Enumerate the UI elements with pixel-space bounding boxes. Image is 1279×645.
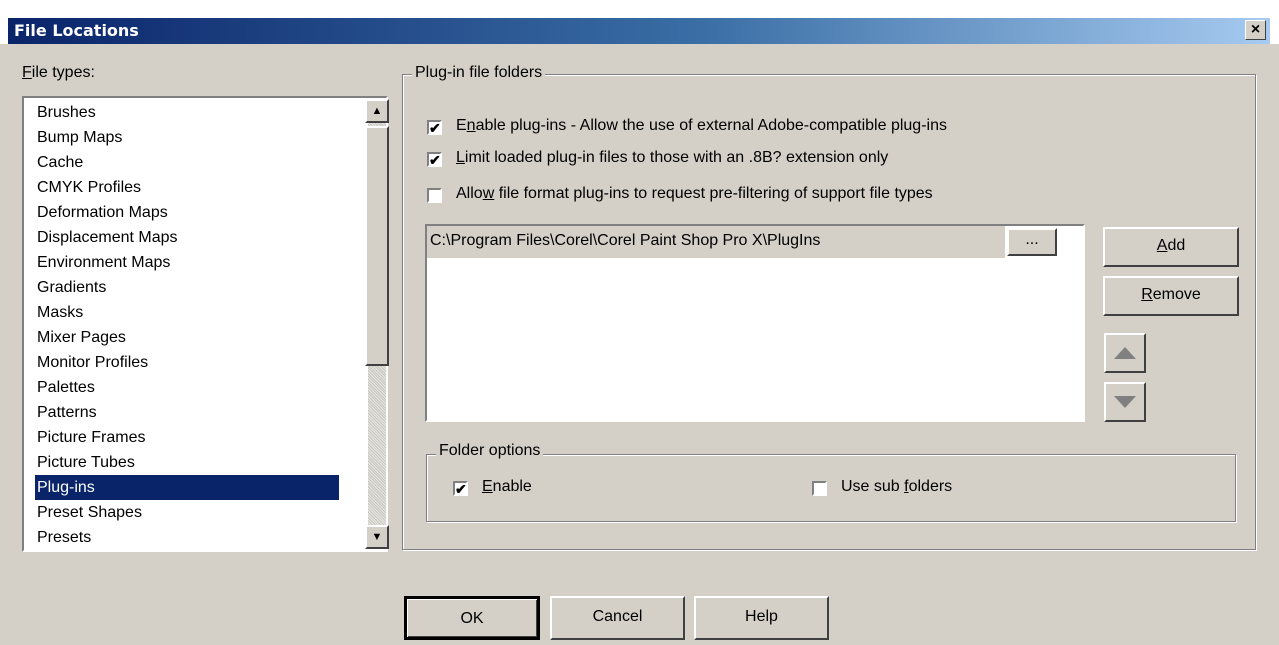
file-type-item[interactable]: Masks xyxy=(37,300,83,325)
plugin-folder-list[interactable]: C:\Program Files\Corel\Corel Paint Shop … xyxy=(425,224,1085,422)
check-icon: ✔ xyxy=(429,120,441,136)
list-scrollbar[interactable]: ▲ ▼ xyxy=(365,99,389,549)
limit-plugins-label: Limit loaded plug-in files to those with… xyxy=(456,149,889,166)
folder-enable-label: Enable xyxy=(482,478,532,495)
file-type-item[interactable]: Preset Shapes xyxy=(37,500,142,525)
scroll-up-button[interactable]: ▲ xyxy=(365,99,389,123)
file-type-item[interactable]: Brushes xyxy=(37,100,96,125)
file-type-item[interactable]: Picture Tubes xyxy=(37,450,135,475)
move-up-button[interactable] xyxy=(1104,333,1146,373)
file-types-label: File types: xyxy=(22,64,95,82)
remove-button[interactable]: Remove xyxy=(1103,276,1239,316)
enable-plugins-label: Enable plug-ins - Allow the use of exter… xyxy=(456,117,947,134)
file-type-item[interactable]: Gradients xyxy=(37,275,106,300)
window-title: File Locations xyxy=(14,21,139,40)
close-button[interactable]: × xyxy=(1245,20,1266,40)
file-type-item[interactable]: Mixer Pages xyxy=(37,325,126,350)
help-button[interactable]: Help xyxy=(694,596,829,640)
scroll-down-button[interactable]: ▼ xyxy=(365,525,389,549)
file-type-item[interactable]: Bump Maps xyxy=(37,125,122,150)
file-type-item[interactable]: Cache xyxy=(37,150,83,175)
ok-button[interactable]: OK xyxy=(404,596,540,640)
folder-enable-checkbox[interactable]: ✔ xyxy=(453,481,468,496)
file-type-item[interactable]: Presets xyxy=(37,525,91,550)
limit-plugins-checkbox[interactable]: ✔ xyxy=(427,152,442,167)
file-type-item[interactable]: Picture Frames xyxy=(37,425,145,450)
file-type-item[interactable]: Monitor Profiles xyxy=(37,350,148,375)
file-types-list[interactable]: Brushes Bump Maps Cache CMYK Profiles Deform… xyxy=(22,96,389,552)
use-subfolders-checkbox[interactable] xyxy=(812,481,827,496)
allow-prefilter-label: Allow file format plug-ins to request pr… xyxy=(456,185,933,202)
allow-prefilter-checkbox[interactable] xyxy=(427,188,442,203)
check-icon: ✔ xyxy=(455,481,467,497)
file-type-item[interactable]: Patterns xyxy=(37,400,97,425)
file-type-item[interactable]: Palettes xyxy=(37,375,95,400)
file-type-item[interactable]: Environment Maps xyxy=(37,250,170,275)
check-icon: ✔ xyxy=(429,152,441,168)
plugin-folders-group-title: Plug-in file folders xyxy=(412,64,546,82)
browse-folder-button[interactable]: ... xyxy=(1007,228,1057,256)
move-down-button[interactable] xyxy=(1104,382,1146,422)
file-type-item[interactable]: Plug-ins xyxy=(34,474,340,501)
folder-options-group xyxy=(426,454,1236,522)
file-type-item[interactable]: Deformation Maps xyxy=(37,200,168,225)
title-bar[interactable] xyxy=(8,18,1270,44)
file-type-item[interactable]: CMYK Profiles xyxy=(37,175,141,200)
use-subfolders-label: Use sub folders xyxy=(841,478,953,495)
file-types-label-text: File types: xyxy=(22,64,95,81)
cancel-button[interactable]: Cancel xyxy=(550,596,685,640)
scroll-thumb[interactable] xyxy=(365,126,389,366)
file-type-item[interactable]: Displacement Maps xyxy=(37,225,178,250)
arrow-up-icon xyxy=(1114,347,1136,359)
arrow-down-icon xyxy=(1114,396,1136,408)
add-button[interactable]: Add xyxy=(1103,227,1239,267)
folder-options-group-title: Folder options xyxy=(436,442,544,460)
folder-path-text: C:\Program Files\Corel\Corel Paint Shop … xyxy=(430,232,821,249)
enable-plugins-checkbox[interactable]: ✔ xyxy=(427,120,442,135)
